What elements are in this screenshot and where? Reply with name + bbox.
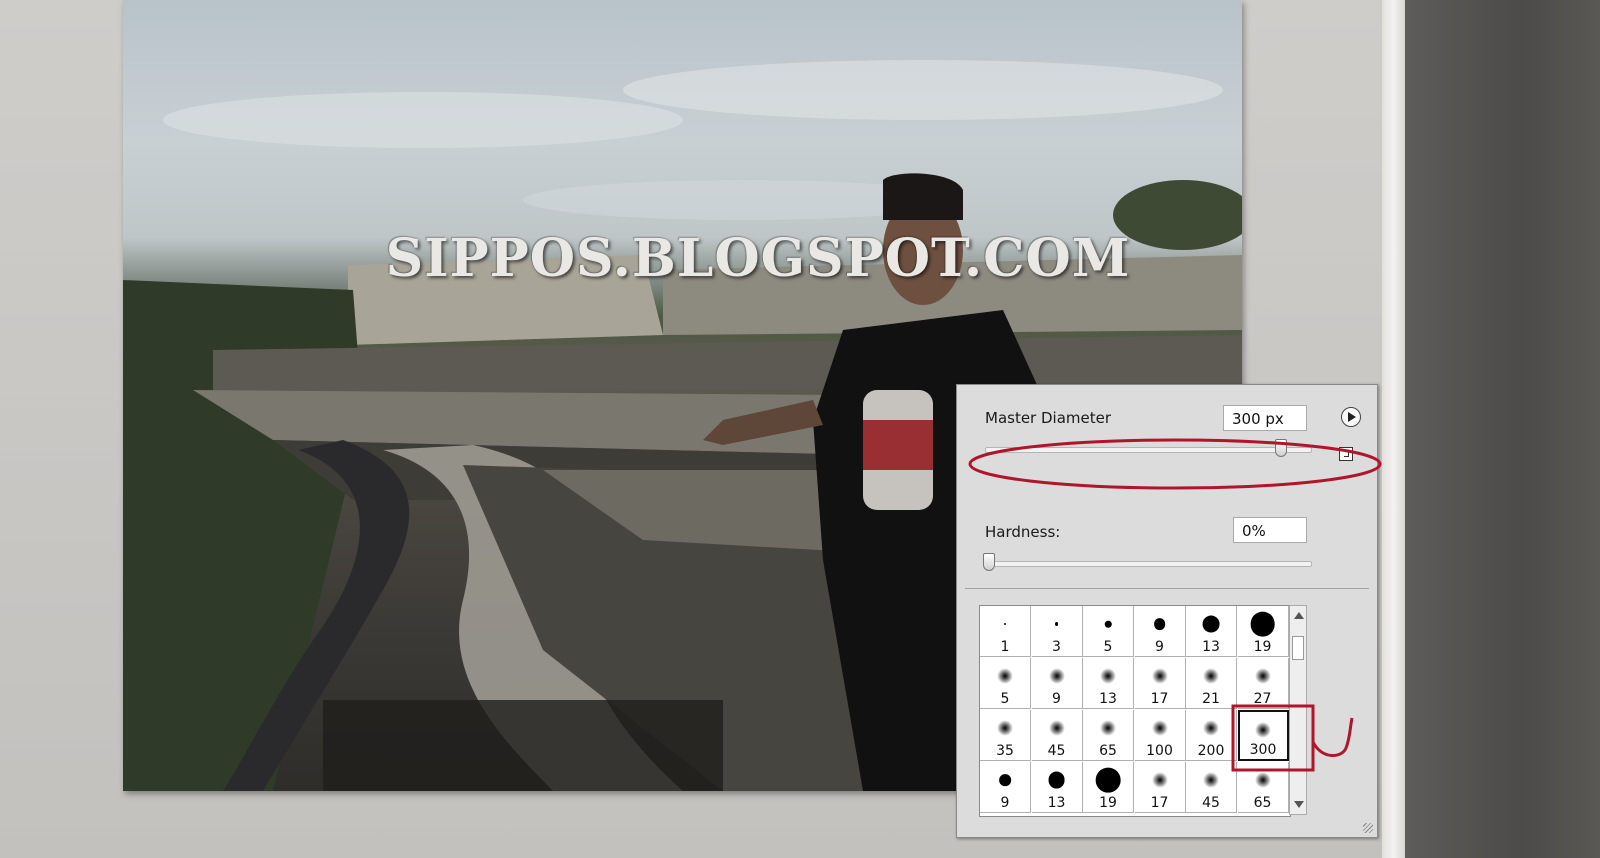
brush-preset-17[interactable]: 17 xyxy=(1134,762,1186,813)
brush-preset-size-label: 9 xyxy=(1155,639,1164,655)
hardness-label: Hardness: xyxy=(985,523,1061,541)
brush-tip-icon xyxy=(1254,668,1271,684)
brush-preset-size-label: 300 xyxy=(1249,742,1277,758)
brush-preset-9[interactable]: 9 xyxy=(1031,658,1083,709)
resize-grip-icon[interactable] xyxy=(1363,823,1373,833)
brush-tip-icon xyxy=(999,774,1011,786)
scroll-down-arrow-icon[interactable] xyxy=(1294,801,1304,808)
hardness-slider[interactable] xyxy=(985,561,1312,567)
brush-preset-size-label: 21 xyxy=(1202,691,1220,707)
brush-tip-icon xyxy=(997,668,1013,684)
master-diameter-slider[interactable] xyxy=(985,447,1312,453)
brush-tip-icon xyxy=(1151,772,1168,788)
brush-tip-icon xyxy=(1151,720,1168,736)
brush-preset-9[interactable]: 9 xyxy=(1134,606,1186,657)
brush-tip-icon xyxy=(1250,611,1275,637)
brush-preset-size-label: 45 xyxy=(1047,743,1066,759)
master-diameter-label: Master Diameter xyxy=(985,409,1112,427)
brush-tip-icon xyxy=(1203,668,1219,684)
brush-preset-grid: 1 3 5 9 13 19 5 9 13 17 21 27 35 45 65 100 200 300 9 13 19 17… xyxy=(979,605,1291,817)
divider xyxy=(965,588,1369,589)
brush-tip-icon xyxy=(1254,772,1271,788)
brush-preset-size-label: 65 xyxy=(1099,743,1117,759)
brush-preset-45[interactable]: 45 xyxy=(1031,710,1083,761)
brush-tip-icon xyxy=(1104,620,1112,628)
brush-tip-icon xyxy=(1153,618,1166,630)
brush-preset-size-label: 1 xyxy=(1000,639,1010,655)
brush-preset-size-label: 13 xyxy=(1099,691,1117,707)
brush-tip-icon xyxy=(1202,615,1220,633)
brush-preset-picker: Master Diameter 300 px Hardness: 0% 1359… xyxy=(956,384,1378,838)
brush-preset-size-label: 45 xyxy=(1202,795,1220,811)
watermark-text: SIPPOS.BLOGSPOT.COM xyxy=(385,228,1131,289)
brush-preset-size-label: 3 xyxy=(1052,639,1061,655)
brush-preset-19[interactable]: 19 xyxy=(1237,606,1289,657)
brush-tip-icon xyxy=(1203,772,1219,788)
brush-tip-icon xyxy=(1100,668,1116,684)
panel-dock-edge[interactable] xyxy=(1382,0,1405,858)
brush-preset-size-label: 65 xyxy=(1253,795,1272,811)
brush-preset-size-label: 5 xyxy=(1103,639,1113,655)
brush-tip-icon xyxy=(1048,771,1065,789)
brush-tip-icon xyxy=(1004,623,1006,625)
brush-preset-13[interactable]: 13 xyxy=(1031,762,1083,813)
brush-tip-icon xyxy=(1048,720,1065,736)
brush-preset-19[interactable]: 19 xyxy=(1083,762,1134,813)
brush-preset-300[interactable]: 300 xyxy=(1237,710,1289,761)
hardness-slider-thumb[interactable] xyxy=(983,553,995,571)
brush-tip-icon xyxy=(1151,668,1168,684)
brush-preset-3[interactable]: 3 xyxy=(1031,606,1083,657)
brush-preset-size-label: 19 xyxy=(1253,639,1272,655)
scrollbar-thumb[interactable] xyxy=(1292,636,1304,660)
brush-preset-5[interactable]: 5 xyxy=(1083,606,1134,657)
brush-preset-1[interactable]: 1 xyxy=(980,606,1031,657)
brush-preset-13[interactable]: 13 xyxy=(1083,658,1134,709)
brush-tip-icon xyxy=(1095,767,1121,793)
brush-preset-45[interactable]: 45 xyxy=(1186,762,1237,813)
brush-preset-size-label: 9 xyxy=(1000,795,1010,811)
brush-tip-icon xyxy=(1100,720,1116,736)
brush-preset-size-label: 13 xyxy=(1202,639,1220,655)
brush-tip-icon xyxy=(1255,722,1271,738)
brush-preset-17[interactable]: 17 xyxy=(1134,658,1186,709)
brush-preset-size-label: 19 xyxy=(1099,795,1117,811)
brush-preset-size-label: 35 xyxy=(996,743,1014,759)
new-preset-icon[interactable] xyxy=(1339,447,1353,461)
panel-dock xyxy=(1405,0,1600,858)
brush-preset-size-label: 9 xyxy=(1052,691,1061,707)
brush-preset-size-label: 13 xyxy=(1047,795,1066,811)
hardness-input[interactable]: 0% xyxy=(1233,517,1307,543)
brush-preset-9[interactable]: 9 xyxy=(980,762,1031,813)
brush-tip-icon xyxy=(997,720,1013,736)
brush-preset-size-label: 17 xyxy=(1150,795,1169,811)
brush-preset-size-label: 27 xyxy=(1253,691,1272,707)
brush-preset-13[interactable]: 13 xyxy=(1186,606,1237,657)
master-diameter-input[interactable]: 300 px xyxy=(1223,405,1307,431)
brush-tip-icon xyxy=(1054,622,1059,626)
preset-scrollbar[interactable] xyxy=(1289,605,1307,815)
brush-tip-icon xyxy=(1048,668,1065,684)
brush-preset-200[interactable]: 200 xyxy=(1186,710,1237,761)
brush-tip-icon xyxy=(1203,720,1219,736)
scroll-up-arrow-icon[interactable] xyxy=(1294,612,1304,619)
brush-preset-size-label: 100 xyxy=(1146,743,1173,759)
brush-preset-65[interactable]: 65 xyxy=(1083,710,1134,761)
brush-preset-27[interactable]: 27 xyxy=(1237,658,1289,709)
brush-preset-100[interactable]: 100 xyxy=(1134,710,1186,761)
brush-preset-65[interactable]: 65 xyxy=(1237,762,1289,813)
brush-preset-size-label: 200 xyxy=(1197,743,1225,759)
brush-preset-35[interactable]: 35 xyxy=(980,710,1031,761)
brush-preset-5[interactable]: 5 xyxy=(980,658,1031,709)
brush-preset-21[interactable]: 21 xyxy=(1186,658,1237,709)
master-diameter-slider-thumb[interactable] xyxy=(1274,439,1287,457)
brush-preset-size-label: 17 xyxy=(1150,691,1169,707)
flyout-menu-icon[interactable] xyxy=(1341,407,1361,427)
brush-preset-size-label: 5 xyxy=(1000,691,1010,707)
